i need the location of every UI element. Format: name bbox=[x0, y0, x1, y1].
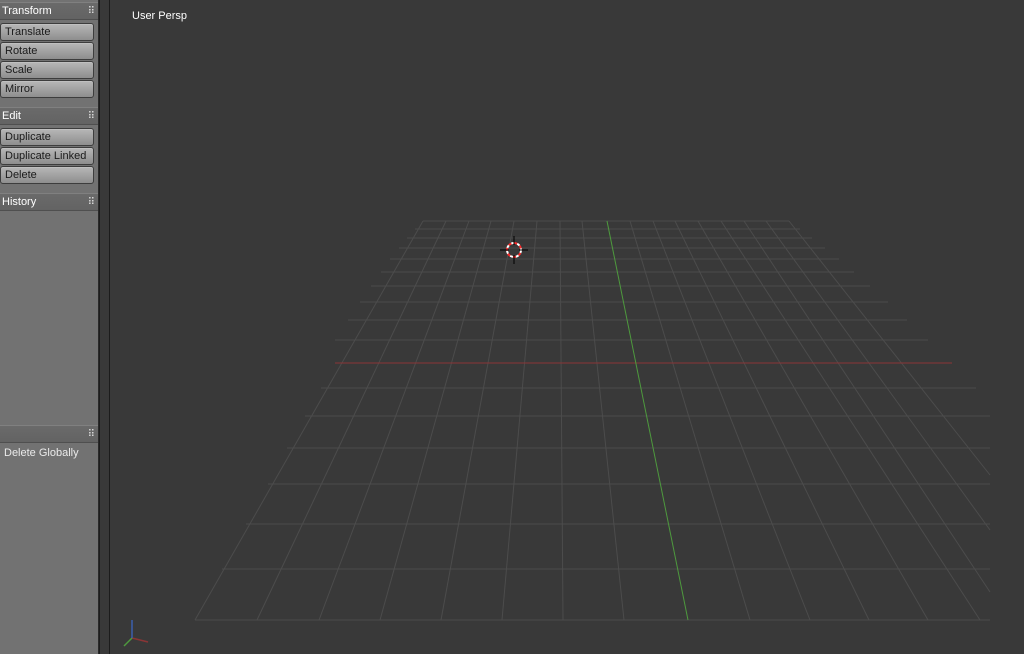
section-header-transform[interactable]: Transform ⠿ bbox=[0, 2, 98, 20]
tool-panel: Transform ⠿ Translate Rotate Scale Mirro… bbox=[0, 0, 99, 654]
section-title: Transform bbox=[2, 5, 52, 17]
mirror-button[interactable]: Mirror bbox=[0, 80, 94, 98]
checkbox-label: Delete Globally bbox=[4, 447, 79, 459]
rotate-button[interactable]: Rotate bbox=[0, 42, 94, 60]
translate-button[interactable]: Translate bbox=[0, 23, 94, 41]
section-body-edit: Duplicate Duplicate Linked Delete bbox=[0, 125, 98, 189]
section-header-edit[interactable]: Edit ⠿ bbox=[0, 107, 98, 125]
section-grease-pencil: ⠿ Delete Globally bbox=[0, 425, 98, 465]
panel-splitter[interactable] bbox=[99, 0, 110, 654]
delete-globally-checkbox[interactable]: Delete Globally bbox=[0, 445, 96, 461]
delete-button[interactable]: Delete bbox=[0, 166, 94, 184]
drag-grip-icon: ⠿ bbox=[88, 429, 94, 440]
section-title: Edit bbox=[2, 110, 21, 122]
viewport-3d[interactable]: User Persp bbox=[110, 0, 1024, 654]
scale-button[interactable]: Scale bbox=[0, 61, 94, 79]
section-body-transform: Translate Rotate Scale Mirror bbox=[0, 20, 98, 103]
section-edit: Edit ⠿ Duplicate Duplicate Linked Delete bbox=[0, 107, 98, 189]
duplicate-linked-button[interactable]: Duplicate Linked bbox=[0, 147, 94, 165]
grid-floor bbox=[110, 0, 1024, 654]
section-transform: Transform ⠿ Translate Rotate Scale Mirro… bbox=[0, 2, 98, 103]
section-history: History ⠿ bbox=[0, 193, 98, 211]
drag-grip-icon: ⠿ bbox=[88, 111, 94, 122]
section-header-grease-pencil[interactable]: ⠿ bbox=[0, 425, 98, 443]
duplicate-button[interactable]: Duplicate bbox=[0, 128, 94, 146]
section-body-grease-pencil: Delete Globally bbox=[0, 443, 98, 465]
section-header-history[interactable]: History ⠿ bbox=[0, 193, 98, 211]
app-root: Transform ⠿ Translate Rotate Scale Mirro… bbox=[0, 0, 1024, 654]
section-title: History bbox=[2, 196, 36, 208]
drag-grip-icon: ⠿ bbox=[88, 197, 94, 208]
panel-spacer bbox=[0, 215, 98, 425]
drag-grip-icon: ⠿ bbox=[88, 6, 94, 17]
